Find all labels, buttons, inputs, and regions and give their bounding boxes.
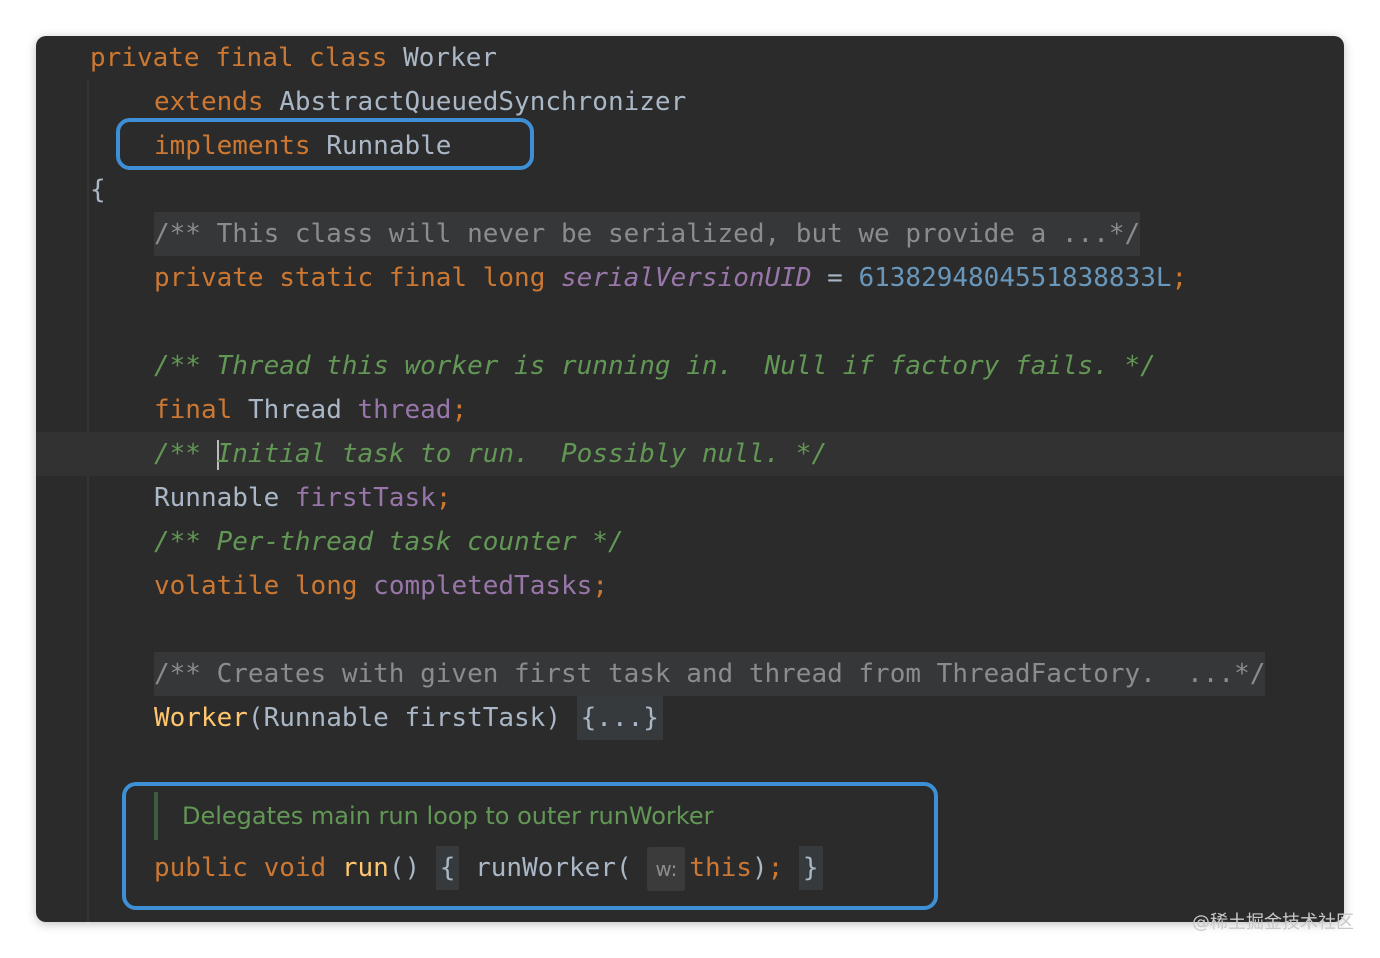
code-line-constructor[interactable]: Worker(Runnable firstTask) {...} xyxy=(36,696,1344,740)
keyword: class xyxy=(309,43,388,73)
folded-body[interactable]: {...} xyxy=(576,696,663,740)
operator: = xyxy=(827,263,843,293)
doc-comment: /** Thread this worker is running in. Nu… xyxy=(154,351,1156,381)
type-name: Thread xyxy=(247,395,342,425)
keyword: final xyxy=(215,43,294,73)
code-line-folded-doc[interactable]: /** This class will never be serialized,… xyxy=(36,212,1344,256)
folded-doc-comment[interactable]: /** This class will never be serialized,… xyxy=(154,212,1141,256)
field-name: thread xyxy=(357,395,452,425)
folded-doc-comment[interactable]: /** Creates with given first task and th… xyxy=(154,652,1266,696)
keyword: private xyxy=(90,43,200,73)
field-name: serialVersionUID xyxy=(561,263,812,293)
keyword: final xyxy=(154,395,233,425)
semicolon: ; xyxy=(451,395,468,425)
semicolon: ; xyxy=(435,483,452,513)
code-line-serial-version[interactable]: private static final long serialVersionU… xyxy=(36,256,1344,300)
code-line-first-task-field[interactable]: Runnable firstTask; xyxy=(36,476,1344,520)
code-editor[interactable]: private final class Worker extends Abstr… xyxy=(36,36,1344,922)
class-name: Worker xyxy=(403,43,498,73)
number-literal: 6138294804551838833L xyxy=(858,263,1172,293)
keyword: final xyxy=(388,263,468,293)
doc-comment: Initial task to run. Possibly null. */ xyxy=(216,439,828,469)
keyword: volatile xyxy=(154,571,280,601)
code-line-doc-counter[interactable]: /** Per-thread task counter */ xyxy=(36,520,1344,564)
parameter-list: (Runnable firstTask) xyxy=(247,703,561,733)
code-line-folded-doc-constructor[interactable]: /** Creates with given first task and th… xyxy=(36,652,1344,696)
highlight-box-implements xyxy=(116,118,534,170)
method-name: Worker xyxy=(154,703,248,733)
code-line-doc-thread[interactable]: /** Thread this worker is running in. Nu… xyxy=(36,344,1344,388)
code-line-open-brace[interactable]: { xyxy=(36,168,1344,212)
semicolon: ; xyxy=(1171,263,1188,293)
keyword: long xyxy=(482,263,546,293)
type-name: Runnable xyxy=(154,483,280,513)
brace: { xyxy=(90,175,106,205)
semicolon: ; xyxy=(592,571,608,601)
doc-comment: /** Per-thread task counter */ xyxy=(154,527,624,557)
keyword: private xyxy=(154,263,264,293)
code-line-doc-first-task[interactable]: /** Initial task to run. Possibly null. … xyxy=(36,432,1344,476)
watermark: @稀土掘金技术社区 xyxy=(1192,912,1354,933)
code-line-completed-tasks[interactable]: volatile long completedTasks; xyxy=(36,564,1344,608)
field-name: firstTask xyxy=(294,483,436,513)
code-line-thread-field[interactable]: final Thread thread; xyxy=(36,388,1344,432)
keyword: static xyxy=(279,263,374,293)
code-line-class-decl[interactable]: private final class Worker xyxy=(36,36,1344,80)
highlight-box-run-method xyxy=(122,782,938,910)
doc-comment-start: /** xyxy=(154,439,217,469)
keyword: long xyxy=(294,571,358,601)
field-name: completedTasks xyxy=(373,571,593,601)
